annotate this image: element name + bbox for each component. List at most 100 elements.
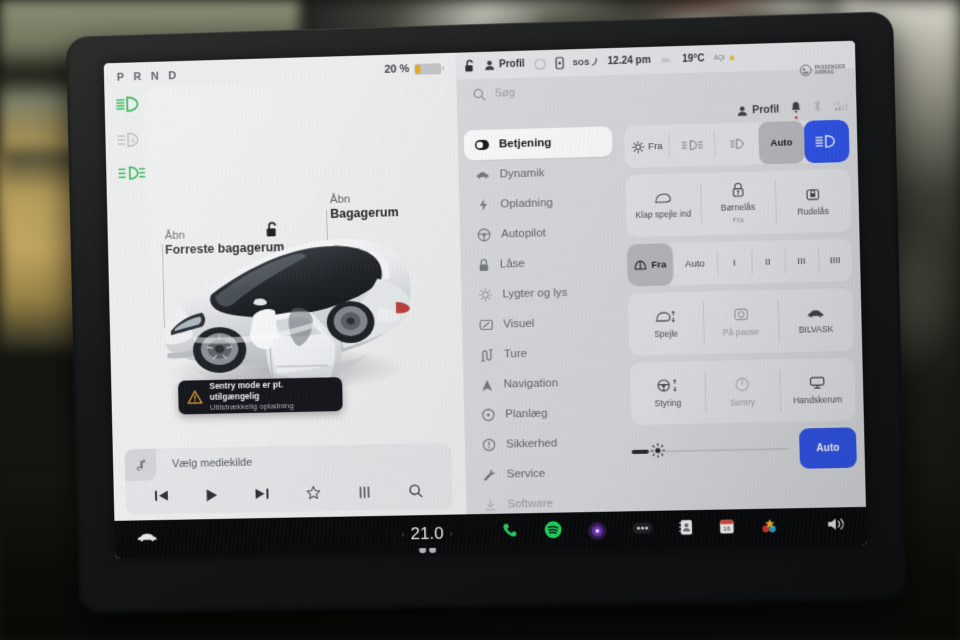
media-search-icon[interactable] <box>408 483 424 503</box>
mirror-icon <box>654 191 672 204</box>
sidebar-item-ture[interactable]: Ture <box>469 337 618 370</box>
cellular-signal-icon[interactable]: LTE <box>833 98 849 117</box>
wiper-segment-row[interactable]: Fra Auto I II III IIII <box>626 239 853 287</box>
wiper-speed-3-button[interactable]: III <box>784 239 819 282</box>
music-note-icon <box>124 448 157 482</box>
download-icon <box>485 499 496 511</box>
dock-car-icon[interactable] <box>136 530 158 548</box>
child-lock-button[interactable]: Børnelås Fra <box>700 171 776 235</box>
sidebar-item-autopilot[interactable]: Autopilot <box>466 217 615 251</box>
phone-icon[interactable] <box>502 522 519 543</box>
dock-app-group[interactable]: 16 <box>502 516 778 544</box>
spotify-icon[interactable] <box>544 520 563 543</box>
actions-row-1[interactable]: Spejle På pause BILVASK <box>628 288 854 356</box>
adjust-mirrors-button[interactable]: Spejle <box>628 292 704 356</box>
wiper-off-button[interactable]: Fra <box>626 243 673 287</box>
sidebar-item-planlaeg[interactable]: Planlæg <box>470 397 619 430</box>
search-icon <box>473 88 486 100</box>
phone-key-icon[interactable] <box>555 56 564 69</box>
camera-paused-button[interactable]: På pause <box>703 290 779 354</box>
sidebar-item-sikkerhed[interactable]: Sikkerhed <box>471 427 620 460</box>
notification-title: Sentry mode er pt. utilgængelig <box>209 379 284 402</box>
window-lock-button[interactable]: Rudelås <box>775 169 852 233</box>
fold-mirrors-button[interactable]: Klap spejle ind <box>625 173 701 237</box>
equalizer-icon[interactable] <box>358 485 372 504</box>
play-icon[interactable] <box>205 488 218 507</box>
lock-status-icon[interactable] <box>464 59 475 72</box>
more-icon[interactable] <box>632 521 653 539</box>
media-controls[interactable] <box>125 477 452 515</box>
wiper-speed-2-button[interactable]: II <box>751 240 786 283</box>
temp-increase-chevron[interactable]: › <box>449 529 452 539</box>
glovebox-button[interactable]: Handskerum <box>779 358 856 422</box>
sidebar-label: Planlæg <box>505 407 548 421</box>
sidebar-item-betjening[interactable]: Betjening <box>463 126 613 161</box>
bluetooth-icon[interactable] <box>813 99 823 117</box>
favorite-star-icon[interactable] <box>306 485 321 505</box>
parking-light-button[interactable] <box>714 122 760 165</box>
sidebar-item-dynamik[interactable]: Dynamik <box>464 156 613 190</box>
sidebar-item-navigation[interactable]: Navigation <box>469 367 618 400</box>
tesla-touchscreen[interactable]: P R N D 20 % A Åbn Forreste bagagerum Åb… <box>103 40 867 559</box>
headlight-on-button[interactable] <box>803 119 850 164</box>
adjust-steering-button[interactable]: Styring <box>630 361 706 425</box>
controls-panel: Profil SOS 12.24 pm 19°C AQI PASSENGER A… <box>455 40 866 515</box>
brightness-icon[interactable] <box>650 442 667 463</box>
sidebar-item-laase[interactable]: Låse <box>466 247 615 281</box>
seat-heater-indicators[interactable] <box>418 547 436 554</box>
sidebar-item-lygter-og-lys[interactable]: Lygter og lys <box>467 277 616 311</box>
apps-grid-icon[interactable] <box>760 517 778 538</box>
lights-auto-button[interactable]: Auto <box>758 120 805 165</box>
temp-decrease-chevron[interactable]: ‹ <box>401 529 404 539</box>
wiper-speed-1-button[interactable]: I <box>717 241 752 284</box>
media-player[interactable]: Vælg mediekilde <box>124 442 453 515</box>
media-app-icon[interactable] <box>587 521 607 541</box>
clock-label[interactable]: 12.24 pm <box>608 55 651 67</box>
lights-segment-row[interactable]: Fra Auto <box>624 119 850 168</box>
media-source-row[interactable]: Vælg mediekilde <box>124 447 253 482</box>
next-track-icon[interactable] <box>254 487 269 505</box>
cabin-temperature-value[interactable]: 21.0 <box>410 523 444 554</box>
sidebar-item-opladning[interactable]: Opladning <box>465 186 614 220</box>
calendar-icon[interactable]: 16 <box>719 518 735 539</box>
lights-auto-label: Auto <box>770 136 793 149</box>
sidebar-item-service[interactable]: Service <box>471 457 620 490</box>
control-cards: Fra Auto Klap spejle ind Børnelås Fra Ru… <box>623 119 857 472</box>
dock-right-group <box>778 516 867 538</box>
notification-bell-icon[interactable] <box>790 100 802 120</box>
profile-status-item[interactable]: Profil <box>484 59 525 71</box>
wiper-speed-2-label: II <box>765 256 771 268</box>
aqi-label[interactable]: AQI <box>714 55 725 62</box>
profile-status-label: Profil <box>498 58 525 71</box>
circle-status-icon[interactable] <box>533 58 546 70</box>
actions-row-2[interactable]: Styring Sentry Handskerum <box>630 358 856 425</box>
sentry-button[interactable]: Sentry <box>704 359 780 423</box>
sidebar-item-visuel[interactable]: Visuel <box>468 307 617 341</box>
camera-paused-label: På pause <box>722 326 760 338</box>
parking-light-icon <box>726 138 747 151</box>
volume-icon[interactable] <box>827 516 847 537</box>
wiper-speed-4-button[interactable]: IIII <box>818 239 853 282</box>
car-wash-button[interactable]: BILVASK <box>777 288 854 352</box>
fog-light-button[interactable] <box>669 123 715 166</box>
previous-track-icon[interactable] <box>154 489 169 507</box>
sentry-notification[interactable]: Sentry mode er pt. utilgængelig Utilstræ… <box>177 377 343 415</box>
brightness-track[interactable] <box>631 448 790 453</box>
contacts-icon[interactable] <box>678 519 693 540</box>
battery-nub <box>441 66 444 71</box>
mirrors-locks-row[interactable]: Klap spejle ind Børnelås Fra Rudelås <box>625 169 851 237</box>
wiper-auto-button[interactable]: Auto <box>672 242 718 285</box>
panel-profile-row[interactable]: Profil LTE <box>737 98 849 120</box>
settings-sidebar[interactable]: Betjening Dynamik Opladning Autopilot Lå… <box>463 126 622 520</box>
dock-climate-control[interactable]: ‹ 21.0 › <box>352 523 502 554</box>
panel-profile-button[interactable]: Profil <box>737 103 779 116</box>
battery-indicator[interactable]: 20 % <box>384 62 444 76</box>
brightness-auto-button[interactable]: Auto <box>799 427 857 469</box>
search-input[interactable]: Søg <box>495 87 515 100</box>
lights-off-button[interactable]: Fra <box>624 125 670 168</box>
seat-heater-left[interactable] <box>418 548 427 554</box>
brightness-slider[interactable] <box>631 434 790 467</box>
cabin-temperature-label: 21.0 <box>410 523 444 544</box>
sos-button[interactable]: SOS <box>573 57 599 67</box>
seat-heater-right[interactable] <box>428 547 436 554</box>
